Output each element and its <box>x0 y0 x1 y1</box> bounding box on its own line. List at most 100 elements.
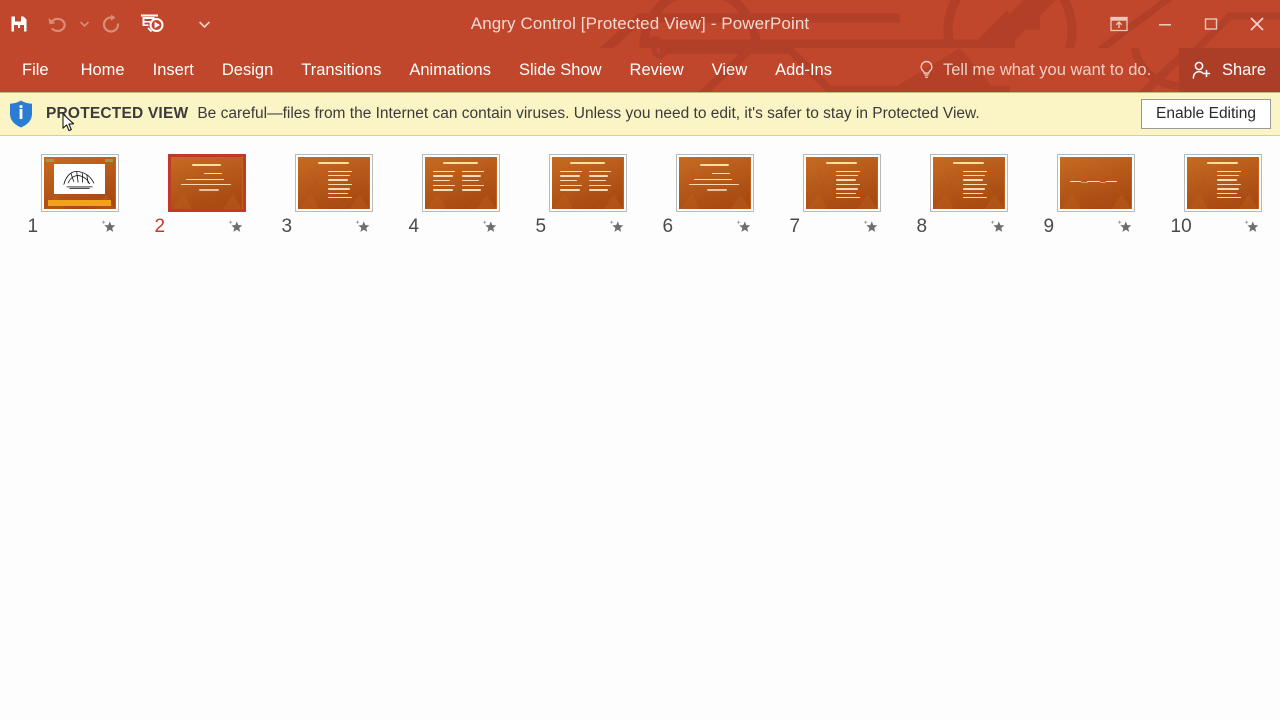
slide-thumbnail-9[interactable]: 9 <box>1032 154 1159 236</box>
undo-button[interactable] <box>38 4 76 44</box>
window-controls <box>1096 0 1280 48</box>
slide-star-icon[interactable] <box>990 218 1007 235</box>
slide-thumbnail-frame[interactable] <box>675 154 754 212</box>
tab-review[interactable]: Review <box>616 48 698 92</box>
tab-home[interactable]: Home <box>67 48 139 92</box>
slide-meta: 5 <box>532 217 644 236</box>
slide-star-icon[interactable] <box>355 218 372 235</box>
slide-number: 5 <box>535 216 547 237</box>
slide-star-icon[interactable] <box>1244 218 1261 235</box>
quick-access-toolbar <box>0 0 212 48</box>
ribbon-display-icon <box>1110 16 1128 32</box>
star-icon <box>355 220 369 232</box>
ribbon-display-options-button[interactable] <box>1096 0 1142 48</box>
slide-thumbnail-10[interactable]: 10 <box>1159 154 1280 236</box>
slide-thumbnail-frame[interactable] <box>167 154 246 212</box>
slide-meta: 2 <box>151 217 263 236</box>
slide-thumbnail-4[interactable]: 4 <box>397 154 524 236</box>
slide-star-icon[interactable] <box>609 218 626 235</box>
start-slideshow-button[interactable] <box>130 4 174 44</box>
save-button[interactable] <box>0 4 38 44</box>
slide-thumbnail-6[interactable]: 6 <box>651 154 778 236</box>
protected-view-message: Be careful—files from the Internet can c… <box>197 105 980 122</box>
slide-thumbnail-frame[interactable] <box>421 154 500 212</box>
slide-thumbnail-1[interactable]: 1 <box>16 154 143 236</box>
close-icon <box>1250 17 1264 31</box>
star-icon <box>228 220 242 232</box>
ribbon-tabs: File Home Insert Design Transitions Anim… <box>0 48 846 92</box>
slide-thumbnail-7[interactable]: 7 <box>778 154 905 236</box>
share-button[interactable]: Share <box>1178 48 1280 92</box>
slide-star-icon[interactable] <box>1117 218 1134 235</box>
slide-star-icon[interactable] <box>863 218 880 235</box>
slide-sorter-pane[interactable]: 1 2 3 4 5 6 7 8 9 10 <box>0 136 1280 720</box>
slide-number: 6 <box>662 216 674 237</box>
tab-file[interactable]: File <box>0 48 67 92</box>
tab-add-ins[interactable]: Add-Ins <box>761 48 846 92</box>
star-icon <box>1244 220 1258 232</box>
slide-star-icon[interactable] <box>101 218 118 235</box>
slide-preview <box>1059 157 1132 209</box>
slide-thumbnail-frame[interactable] <box>548 154 627 212</box>
slideshow-icon <box>141 14 164 33</box>
minimize-button[interactable] <box>1142 0 1188 48</box>
tab-transitions[interactable]: Transitions <box>287 48 395 92</box>
star-icon <box>736 220 750 232</box>
tab-animations[interactable]: Animations <box>395 48 505 92</box>
tab-view[interactable]: View <box>698 48 761 92</box>
customize-qat-button[interactable] <box>196 4 212 44</box>
slide-preview <box>424 157 497 209</box>
slide-number: 8 <box>916 216 928 237</box>
tab-insert[interactable]: Insert <box>139 48 208 92</box>
save-icon <box>11 16 27 32</box>
slide-meta: 4 <box>405 217 517 236</box>
slide-thumbnail-frame[interactable] <box>294 154 373 212</box>
slide-thumbnail-frame[interactable] <box>1056 154 1135 212</box>
chevron-down-icon <box>198 20 210 28</box>
slide-meta: 9 <box>1040 217 1152 236</box>
tell-me-label: Tell me what you want to do. <box>943 60 1152 79</box>
tab-slide-show[interactable]: Slide Show <box>505 48 616 92</box>
slide-preview <box>805 157 878 209</box>
slide-thumbnail-5[interactable]: 5 <box>524 154 651 236</box>
slide-thumbnail-frame[interactable] <box>802 154 881 212</box>
redo-button[interactable] <box>92 4 130 44</box>
powerpoint-window: Angry Control [Protected View] - PowerPo… <box>0 0 1280 720</box>
enable-editing-button[interactable]: Enable Editing <box>1141 99 1271 129</box>
slide-meta: 1 <box>24 217 136 236</box>
lightbulb-icon <box>918 60 935 80</box>
slide-thumbnail-2[interactable]: 2 <box>143 154 270 236</box>
slide-thumbnail-frame[interactable] <box>929 154 1008 212</box>
slide-number: 1 <box>27 216 39 237</box>
protected-view-label: PROTECTED VIEW <box>46 105 189 122</box>
slide-number: 2 <box>154 216 166 237</box>
slide-preview <box>678 157 751 209</box>
slide-number: 7 <box>789 216 801 237</box>
slide-meta: 10 <box>1167 217 1279 236</box>
undo-dropdown[interactable] <box>76 4 92 44</box>
chevron-down-icon <box>79 21 89 27</box>
info-shield-icon <box>8 99 34 129</box>
maximize-button[interactable] <box>1188 0 1234 48</box>
slide-meta: 6 <box>659 217 771 236</box>
slide-meta: 3 <box>278 217 390 236</box>
slide-thumbnail-frame[interactable] <box>1183 154 1262 212</box>
slide-preview <box>43 157 116 209</box>
slide-thumbnail-8[interactable]: 8 <box>905 154 1032 236</box>
slide-star-icon[interactable] <box>482 218 499 235</box>
slide-thumbnail-row: 1 2 3 4 5 6 7 8 9 10 <box>16 154 1280 236</box>
slide-preview <box>170 157 243 209</box>
slide-star-icon[interactable] <box>736 218 753 235</box>
close-button[interactable] <box>1234 0 1280 48</box>
star-icon <box>482 220 496 232</box>
tab-design[interactable]: Design <box>208 48 287 92</box>
slide-thumbnail-frame[interactable] <box>40 154 119 212</box>
slide-number: 3 <box>281 216 293 237</box>
slide-preview <box>297 157 370 209</box>
maximize-icon <box>1204 18 1218 30</box>
slide-number: 4 <box>408 216 420 237</box>
star-icon <box>990 220 1004 232</box>
slide-star-icon[interactable] <box>228 218 245 235</box>
slide-thumbnail-3[interactable]: 3 <box>270 154 397 236</box>
tell-me-search[interactable]: Tell me what you want to do. <box>918 48 1151 92</box>
